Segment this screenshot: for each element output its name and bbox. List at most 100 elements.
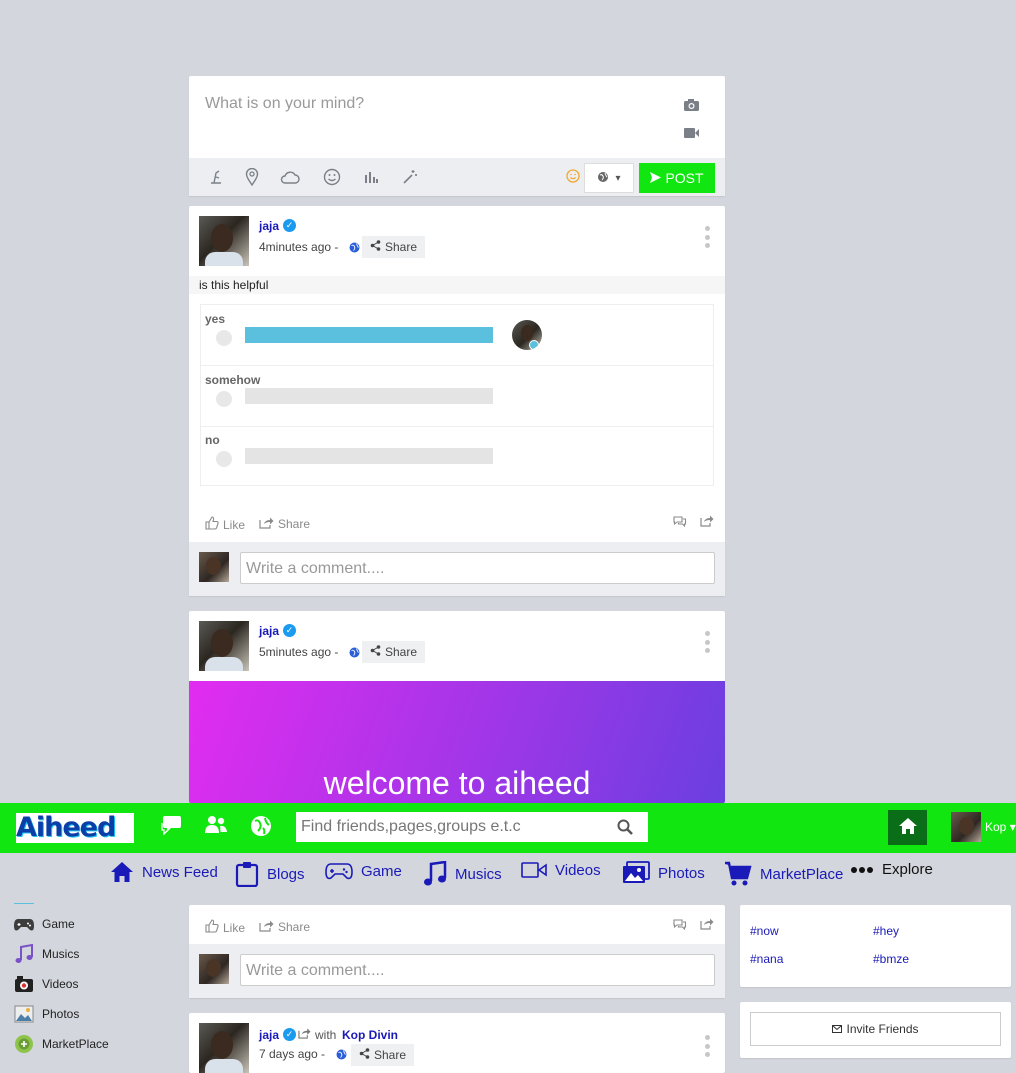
post-menu-icon[interactable]	[704, 226, 710, 248]
like-button[interactable]: Like	[205, 919, 245, 936]
invite-label: Invite Friends	[846, 1022, 919, 1036]
sidebar-item-label: MarketPlace	[42, 1037, 109, 1051]
post-author[interactable]: jaja	[259, 219, 279, 233]
sidebar-item-musics[interactable]: Musics	[14, 944, 79, 964]
marketplace-icon	[14, 1034, 34, 1054]
camera-icon[interactable]	[683, 98, 700, 115]
cart-icon	[724, 861, 752, 887]
hashtag-link[interactable]: #now	[750, 924, 779, 938]
nav-label: Explore	[882, 861, 933, 878]
friends-icon[interactable]	[204, 815, 228, 838]
avatar[interactable]	[199, 621, 249, 671]
magic-wand-icon[interactable]	[399, 166, 421, 188]
envelope-icon	[832, 1022, 843, 1036]
privacy-dropdown[interactable]: ▾	[584, 163, 634, 193]
repost-icon[interactable]	[700, 917, 714, 933]
share-button-label: Share	[385, 240, 418, 254]
sidebar-item-label: Photos	[42, 1007, 80, 1021]
messages-icon[interactable]	[161, 815, 183, 838]
post-author[interactable]: jaja	[259, 624, 279, 638]
repost-icon[interactable]	[700, 514, 714, 530]
nav-game[interactable]: Game	[325, 861, 402, 881]
sidebar-item-marketplace[interactable]: MarketPlace	[14, 1034, 109, 1054]
comment-placeholder: Write a comment....	[246, 962, 385, 979]
poll-option[interactable]: somehow	[201, 366, 713, 427]
hashtag-link[interactable]: #hey	[873, 924, 899, 938]
sidebar-item-videos[interactable]: Videos	[14, 974, 78, 994]
gamepad-icon	[14, 914, 34, 934]
post-menu-icon[interactable]	[704, 631, 710, 653]
top-navbar: Aiheed Find friends,pages,groups e.t.c K…	[0, 803, 1016, 853]
invite-friends-button[interactable]: Invite Friends	[750, 1012, 1001, 1046]
post-button[interactable]: POST	[639, 163, 715, 193]
voter-avatar[interactable]	[512, 320, 542, 350]
clipboard-icon	[235, 861, 259, 887]
post-banner: welcome to aiheed	[189, 681, 725, 803]
nav-musics[interactable]: Musics	[423, 861, 502, 887]
share-arrow-icon	[259, 516, 274, 532]
comment-input[interactable]: Write a comment....	[240, 954, 715, 986]
poll-option[interactable]: no	[201, 426, 713, 486]
post-author[interactable]: jaja	[259, 1028, 279, 1042]
post-time[interactable]: 5minutes ago -	[259, 645, 338, 659]
comments-icon[interactable]	[672, 515, 687, 530]
search-input[interactable]: Find friends,pages,groups e.t.c	[296, 812, 648, 842]
verified-icon: ✓	[283, 1028, 296, 1041]
smiley-icon[interactable]	[321, 166, 343, 188]
emoji-icon[interactable]	[566, 169, 580, 186]
globe-icon	[349, 646, 360, 661]
poll-option[interactable]: yes	[201, 305, 713, 366]
hashtag-link[interactable]: #bmze	[873, 952, 909, 966]
hashtag-link[interactable]: #nana	[750, 952, 783, 966]
home-button[interactable]	[888, 810, 927, 845]
comment-input[interactable]: Write a comment....	[240, 552, 715, 584]
sidebar-item-game[interactable]: Game	[14, 914, 75, 934]
post-menu-icon[interactable]	[704, 1035, 710, 1057]
post-time[interactable]: 4minutes ago -	[259, 240, 338, 254]
nav-photos[interactable]: Photos	[622, 861, 705, 885]
nav-explore[interactable]: Explore	[850, 861, 933, 878]
search-icon[interactable]	[617, 819, 633, 838]
poll-option-label: no	[205, 433, 220, 447]
music-icon	[14, 944, 34, 964]
like-button[interactable]: Like	[205, 516, 245, 533]
poll-chart-icon[interactable]	[360, 166, 382, 188]
share-button[interactable]: Share	[362, 641, 426, 663]
gamepad-icon	[325, 861, 353, 881]
share-action-button[interactable]: Share	[259, 516, 310, 532]
location-pin-icon[interactable]	[241, 166, 263, 188]
search-placeholder: Find friends,pages,groups e.t.c	[301, 818, 521, 835]
poll-bar	[245, 388, 493, 404]
comment-row: Write a comment....	[189, 542, 725, 596]
comments-icon[interactable]	[672, 918, 687, 933]
poll-bar	[245, 448, 493, 464]
verified-icon: ✓	[283, 219, 296, 232]
post-time[interactable]: 7 days ago -	[259, 1047, 325, 1061]
share-button[interactable]: Share	[362, 236, 426, 258]
avatar[interactable]	[199, 1023, 249, 1073]
video-camera-icon[interactable]	[683, 127, 700, 142]
poll-radio[interactable]	[216, 451, 232, 467]
poll-radio[interactable]	[216, 330, 232, 346]
nav-news-feed[interactable]: News Feed	[110, 861, 218, 883]
nav-videos[interactable]: Videos	[521, 861, 601, 879]
avatar[interactable]	[951, 812, 981, 842]
share-action-button[interactable]: Share	[259, 919, 310, 935]
cloud-icon[interactable]	[279, 166, 301, 188]
tagged-user[interactable]: Kop Divin	[342, 1028, 398, 1042]
nav-marketplace[interactable]: MarketPlace	[724, 861, 843, 887]
sidebar-item-photos[interactable]: Photos	[14, 1004, 79, 1024]
composer-input[interactable]: What is on your mind?	[205, 95, 364, 113]
nav-label: Musics	[455, 865, 502, 883]
avatar[interactable]	[199, 216, 249, 266]
globe-icon[interactable]	[250, 815, 272, 840]
nav-blogs[interactable]: Blogs	[235, 861, 305, 887]
feeling-icon[interactable]	[205, 166, 227, 188]
post-card: Like Share Write a comment....	[189, 905, 725, 998]
home-icon	[898, 817, 918, 838]
composer-toolbar: ▾ POST	[189, 158, 725, 196]
logo[interactable]: Aiheed	[16, 813, 134, 843]
poll-radio[interactable]	[216, 391, 232, 407]
profile-menu[interactable]: Kop ▾	[985, 820, 1016, 834]
share-button[interactable]: Share	[351, 1044, 415, 1066]
